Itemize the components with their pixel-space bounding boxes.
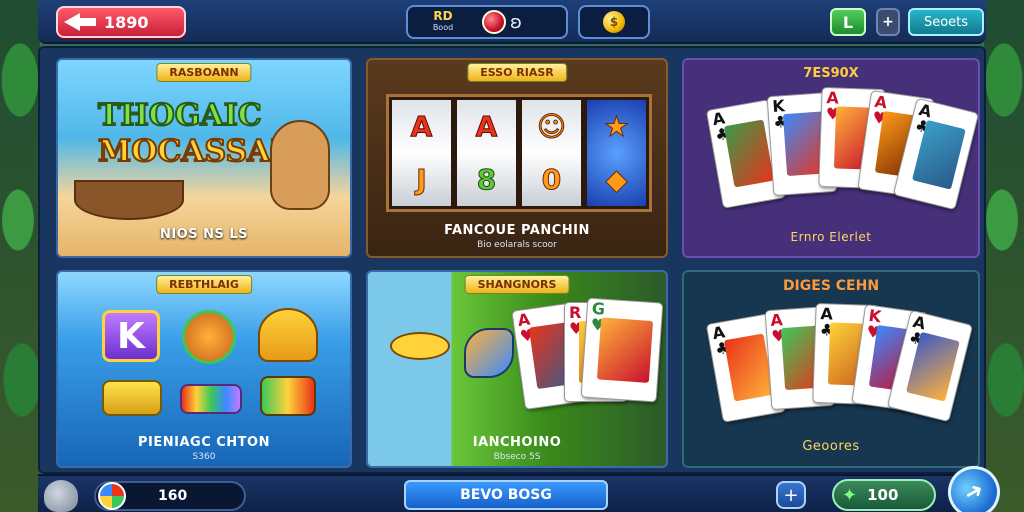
- cash-value: 100: [867, 486, 899, 504]
- link-icon: ʚ: [510, 11, 522, 33]
- coin-amount: RD Bood: [408, 10, 478, 34]
- settings-button-label: Seoets: [923, 14, 969, 30]
- slot-reel: ★ ◆: [587, 100, 646, 206]
- go-icon: ➜: [959, 476, 989, 508]
- coin-amount-caption: Bood: [432, 23, 454, 32]
- game-card-1-ribbon: RASBOANN: [156, 63, 252, 82]
- game-card-4-subtitle: S360: [192, 452, 216, 462]
- game-card-1[interactable]: RASBOANN THOGAIC MOCASSAI NIOS NS LS: [56, 58, 352, 258]
- check-icon: L: [842, 12, 854, 32]
- slot-symbol: A: [475, 110, 498, 144]
- settings-button[interactable]: Seoets: [908, 8, 984, 36]
- game-card-6-label: Geoores: [802, 439, 860, 454]
- game-card-5-label: IANCHOINO: [472, 435, 562, 450]
- slot-reel: ☺ 0: [522, 100, 581, 206]
- boat-icon: [74, 180, 184, 220]
- profile-panel[interactable]: 160: [94, 481, 246, 511]
- top-bar: 1890 RD Bood ʚ $ L + Seoets: [38, 0, 986, 44]
- treasure-icon: [260, 376, 316, 416]
- coin-panel[interactable]: RD Bood ʚ: [406, 5, 568, 39]
- gold-panel[interactable]: $: [578, 5, 650, 39]
- star-icon: ✦: [842, 484, 858, 506]
- jungle-right-decoration: [984, 0, 1024, 512]
- plus-icon: +: [882, 14, 894, 30]
- ruby-icon: [482, 10, 506, 34]
- slot-reel: A J: [392, 100, 451, 206]
- gold-bar-icon: [102, 380, 162, 416]
- game-card-5-ribbon: SHANGNORS: [464, 275, 570, 294]
- rabbit-icon: [270, 120, 330, 210]
- k-symbol-icon: K: [102, 310, 160, 362]
- check-button[interactable]: L: [830, 8, 866, 36]
- play-button-label: BEVO BOSG: [460, 487, 552, 503]
- plus-button[interactable]: +: [876, 8, 900, 36]
- game-card-5-subtitle: Bbseco 5S: [493, 452, 541, 462]
- back-button-label: 1890: [104, 12, 149, 32]
- game-card-3-label: Ernro Elerlet: [790, 230, 872, 244]
- game-card-2-subtitle: Bio eolarals scoor: [477, 240, 557, 250]
- back-button[interactable]: 1890: [56, 6, 186, 38]
- game-card-1-logo-line1: THOGAIC: [97, 97, 263, 134]
- game-card-1-logo-line2: MOCASSAI: [97, 133, 285, 170]
- tropical-fish-icon: [464, 328, 514, 378]
- fish-icon: [390, 332, 450, 360]
- bottom-bar: 160 BEVO BOSG + ✦ 100 ➜: [38, 456, 1010, 512]
- back-arrow-icon: [64, 11, 98, 33]
- slot-reels: A J A 8 ☺ 0 ★ ◆: [386, 94, 652, 212]
- slot-reel: A 8: [457, 100, 516, 206]
- playing-card: G ♥: [580, 297, 664, 403]
- gem-row-icon: [180, 384, 242, 414]
- slot-symbol: J: [416, 163, 427, 197]
- profile-value: 160: [158, 488, 188, 504]
- slot-symbol: ☺: [536, 110, 567, 144]
- add-button[interactable]: +: [776, 481, 806, 509]
- slot-symbol: A: [410, 110, 433, 144]
- fruit-symbol-icon: [182, 310, 236, 364]
- game-card-1-label: NIOS NS LS: [159, 227, 249, 242]
- coin-amount-value: RD: [433, 9, 453, 23]
- add-icon: +: [783, 484, 799, 506]
- mascot-icon[interactable]: [44, 480, 78, 512]
- bell-symbol-icon: [258, 308, 318, 362]
- game-card-2-ribbon: ESSO RIASR: [467, 63, 567, 82]
- game-card-2-label: FANCOUE PANCHIN: [444, 223, 590, 238]
- game-card-4-label: PIENIAGC CHTON: [138, 435, 270, 450]
- ball-icon: [98, 482, 126, 510]
- game-card-6[interactable]: DIGES CEHN A ♣ A ♥ A ♣ K ♥ A ♣ Geoores: [682, 270, 980, 468]
- slot-symbol: ◆: [605, 163, 628, 197]
- game-card-3[interactable]: 7ES90X A ♣ K ♣ A ♥ A ♥ A ♣ Ernro Elerlet: [682, 58, 980, 258]
- jungle-left-decoration: [0, 0, 40, 512]
- game-card-5[interactable]: SHANGNORS A ♥ R ♥ G ♥ IANCHOINO Bbseco 5S: [366, 270, 668, 468]
- slot-symbol: 8: [476, 163, 497, 197]
- game-grid: RASBOANN THOGAIC MOCASSAI NIOS NS LS ESS…: [38, 46, 986, 474]
- game-card-3-title: 7ES90X: [803, 66, 859, 81]
- game-card-6-title: DIGES CEHN: [782, 278, 880, 294]
- game-card-2[interactable]: ESSO RIASR A J A 8 ☺ 0 ★ ◆ FANCOUE PANCH…: [366, 58, 668, 258]
- play-button[interactable]: BEVO BOSG: [404, 480, 608, 510]
- coin-icon: $: [603, 11, 625, 33]
- slot-symbol: ★: [603, 110, 630, 144]
- game-card-4[interactable]: REBTHLAIG K PIENIAGC CHTON S360: [56, 270, 352, 468]
- game-card-4-ribbon: REBTHLAIG: [156, 275, 252, 294]
- cash-panel[interactable]: ✦ 100: [832, 479, 936, 511]
- slot-symbol: 0: [541, 163, 562, 197]
